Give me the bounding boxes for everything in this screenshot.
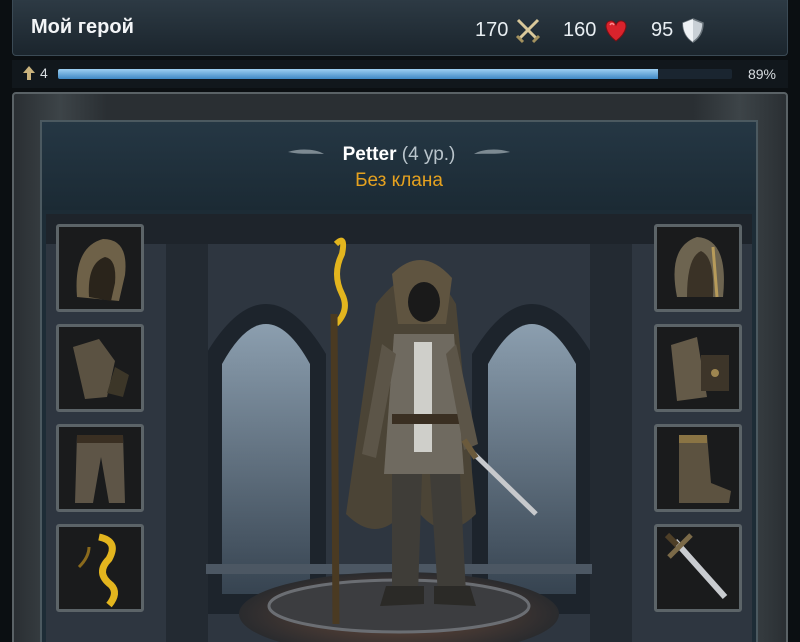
equipment-slot-weapon-off[interactable] xyxy=(654,524,742,612)
equipment-slot-feet[interactable] xyxy=(654,424,742,512)
staff-icon xyxy=(59,527,141,609)
right-wing-ornament-icon xyxy=(474,149,510,154)
experience-bar-fill xyxy=(58,69,658,79)
hero-level: (4 ур.) xyxy=(401,144,456,165)
attack-value: 170 xyxy=(475,18,509,41)
sword-icon xyxy=(657,527,739,609)
defense-stat: 95 xyxy=(651,16,707,44)
hero-scene xyxy=(46,214,752,642)
hero-character xyxy=(330,237,538,625)
hero-title-area: Petter (4 ур.) Без клана xyxy=(42,122,756,210)
equipment-slot-bracers[interactable] xyxy=(654,324,742,412)
hero-header: Мой герой 170 160 95 xyxy=(12,0,788,56)
experience-percent: 89% xyxy=(747,66,776,82)
health-value: 160 xyxy=(563,18,597,41)
equipment-slot-hands[interactable] xyxy=(56,324,144,412)
hand-armor-icon xyxy=(657,327,739,409)
level-up-arrow-icon xyxy=(23,66,35,80)
hero-frame: Petter (4 ур.) Без клана xyxy=(12,92,788,642)
equipment-slot-weapon-main[interactable] xyxy=(56,524,144,612)
attack-stat: 170 xyxy=(475,16,542,44)
hero-name: Petter xyxy=(342,144,397,165)
gauntlet-icon xyxy=(59,327,141,409)
level-progress-row: 4 89% xyxy=(12,60,788,88)
armor-icon xyxy=(657,227,739,309)
equipment-slot-legs[interactable] xyxy=(56,424,144,512)
hero-name-line: Petter (4 ур.) xyxy=(42,144,756,166)
legs-icon xyxy=(59,427,141,509)
hero-panel: Petter (4 ур.) Без клана xyxy=(40,120,758,642)
hood-icon xyxy=(59,227,141,309)
experience-bar xyxy=(58,69,732,79)
defense-value: 95 xyxy=(651,18,674,41)
boots-icon xyxy=(657,427,739,509)
health-stat: 160 xyxy=(563,16,630,44)
hero-clan: Без клана xyxy=(355,170,443,191)
equipment-slot-chest[interactable] xyxy=(654,224,742,312)
crossed-swords-icon xyxy=(514,16,542,44)
page-title: Мой герой xyxy=(31,16,134,38)
equipment-slot-head[interactable] xyxy=(56,224,144,312)
level-value: 4 xyxy=(40,65,48,81)
shield-icon xyxy=(679,16,707,44)
heart-icon xyxy=(602,16,630,44)
